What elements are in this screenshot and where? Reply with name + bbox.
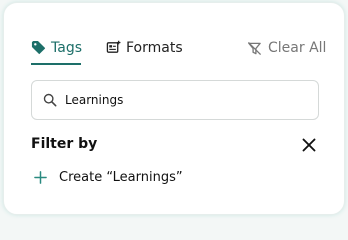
close-icon bbox=[302, 138, 316, 152]
search-box[interactable] bbox=[31, 80, 319, 120]
filter-by-heading: Filter by bbox=[31, 136, 98, 152]
tab-tags-label: Tags bbox=[51, 40, 82, 56]
tab-formats[interactable]: Formats bbox=[106, 39, 183, 65]
format-list-icon bbox=[106, 40, 121, 55]
tag-icon bbox=[31, 40, 46, 55]
clear-all-button[interactable]: Clear All bbox=[247, 40, 326, 56]
clear-all-label: Clear All bbox=[268, 40, 327, 56]
create-tag-label: Create “Learnings” bbox=[59, 170, 183, 185]
search-input[interactable] bbox=[65, 93, 285, 107]
filter-off-icon bbox=[247, 41, 262, 56]
create-tag-option[interactable]: Create “Learnings” bbox=[34, 170, 183, 185]
tab-tags[interactable]: Tags bbox=[31, 39, 82, 65]
search-icon bbox=[43, 93, 57, 107]
tab-formats-label: Formats bbox=[126, 40, 183, 56]
plus-icon bbox=[34, 171, 47, 184]
filter-panel: Tags Formats Clear All Learnings Filter … bbox=[3, 2, 345, 215]
close-button[interactable] bbox=[301, 137, 317, 153]
